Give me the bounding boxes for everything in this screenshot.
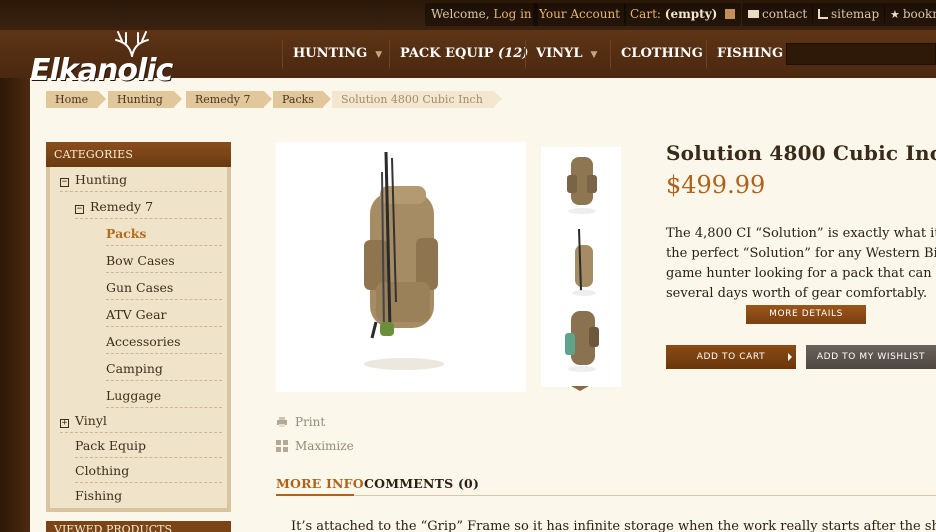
thumbnail-3[interactable] xyxy=(549,305,613,375)
product-body-text: It’s attached to the “Grip” Frame so it … xyxy=(291,519,936,532)
breadcrumb-packs[interactable]: Packs xyxy=(273,91,331,108)
categories-list: − Hunting − Remedy 7 Packs Bow Cases Gun C… xyxy=(50,167,227,508)
nav-fishing[interactable]: FISHING xyxy=(706,40,783,68)
login-link[interactable]: Log in xyxy=(493,7,531,21)
category-camping[interactable]: Camping xyxy=(106,356,222,381)
cart-icon xyxy=(725,9,736,19)
add-to-cart-button[interactable]: ADD TO CART xyxy=(666,345,796,369)
print-link[interactable]: Print xyxy=(276,414,325,430)
nav-pack-equip[interactable]: PACK EQUIP (12) xyxy=(389,40,528,68)
account-link[interactable]: Your Account xyxy=(533,3,626,26)
contact-link[interactable]: contact xyxy=(742,3,814,26)
collapse-icon[interactable]: − xyxy=(60,178,69,187)
sitemap-icon xyxy=(818,9,828,19)
background-edge xyxy=(0,78,30,532)
breadcrumb-home[interactable]: Home xyxy=(46,91,106,108)
maximize-icon xyxy=(276,440,288,452)
category-remedy-7[interactable]: − Remedy 7 xyxy=(75,194,222,219)
category-accessories[interactable]: Accessories xyxy=(106,329,222,354)
category-clothing[interactable]: Clothing xyxy=(75,458,222,483)
chevron-down-icon[interactable] xyxy=(571,386,589,391)
tab-comments[interactable]: COMMENTS (0) xyxy=(364,476,479,491)
product-price: $499.99 xyxy=(666,171,766,199)
category-pack-equip[interactable]: Pack Equip xyxy=(75,433,222,458)
backpack-image xyxy=(364,151,444,370)
category-gun-cases[interactable]: Gun Cases xyxy=(106,275,222,300)
category-bow-cases[interactable]: Bow Cases xyxy=(106,248,222,273)
category-luggage[interactable]: Luggage xyxy=(106,383,222,408)
arrow-right-icon xyxy=(788,353,792,361)
nav-vinyl[interactable]: VINYL ▼ xyxy=(525,40,597,68)
bookmark-link[interactable]: ★bookm xyxy=(884,3,936,26)
logo-text: Elkanolic xyxy=(30,53,173,88)
envelope-icon xyxy=(748,10,759,18)
more-details-button[interactable]: MORE DETAILS xyxy=(746,305,866,324)
category-hunting[interactable]: − Hunting xyxy=(60,167,222,192)
category-atv-gear[interactable]: ATV Gear xyxy=(106,302,222,327)
nav-clothing[interactable]: CLOTHING xyxy=(610,40,703,68)
cart-link[interactable]: Cart: (empty) xyxy=(624,3,742,26)
breadcrumb-current: Solution 4800 Cubic Inch xyxy=(332,91,502,108)
category-fishing[interactable]: Fishing xyxy=(75,483,222,508)
breadcrumb-remedy-7[interactable]: Remedy 7 xyxy=(186,91,272,108)
product-description: The 4,800 CI “Solution” is exactly what … xyxy=(666,226,936,301)
categories-heading: CATEGORIES xyxy=(46,142,231,167)
info-tabs: MORE INFO COMMENTS (0) xyxy=(276,476,936,496)
maximize-link[interactable]: Maximize xyxy=(276,438,354,454)
chevron-down-icon[interactable]: ▼ xyxy=(590,50,597,60)
star-icon: ★ xyxy=(890,8,900,21)
product-title: Solution 4800 Cubic Inch xyxy=(666,141,936,165)
top-utility-bar: Welcome, Log in Your Account Cart: (empt… xyxy=(0,0,936,30)
category-packs[interactable]: Packs xyxy=(106,221,222,246)
chevron-down-icon[interactable]: ▼ xyxy=(375,50,382,60)
nav-hunting[interactable]: HUNTING ▼ xyxy=(282,40,382,68)
categories-sidebar: CATEGORIES − Hunting − Remedy 7 Packs Bow … xyxy=(46,142,231,512)
welcome-text: Welcome, Log in xyxy=(425,3,538,26)
sitemap-link[interactable]: sitemap xyxy=(812,3,886,26)
viewed-products-heading: VIEWED PRODUCTS xyxy=(46,521,231,532)
tab-more-info[interactable]: MORE INFO xyxy=(276,476,364,491)
thumbnail-2[interactable] xyxy=(549,229,613,299)
search-input[interactable] xyxy=(786,43,936,65)
expand-icon[interactable]: + xyxy=(60,419,69,428)
product-main-image[interactable] xyxy=(276,142,526,392)
active-tab-indicator xyxy=(276,494,354,496)
printer-icon xyxy=(277,417,287,427)
categories-box: − Hunting − Remedy 7 Packs Bow Cases Gun C… xyxy=(46,167,231,512)
add-to-wishlist-button[interactable]: ADD TO MY WISHLIST xyxy=(806,345,936,369)
category-vinyl[interactable]: + Vinyl xyxy=(60,408,222,433)
site-logo[interactable]: Elkanolic xyxy=(30,31,205,88)
product-thumbnails xyxy=(541,147,621,387)
thumbnail-1[interactable] xyxy=(549,149,613,219)
collapse-icon[interactable]: − xyxy=(75,205,84,214)
breadcrumb-hunting[interactable]: Hunting xyxy=(108,91,182,108)
